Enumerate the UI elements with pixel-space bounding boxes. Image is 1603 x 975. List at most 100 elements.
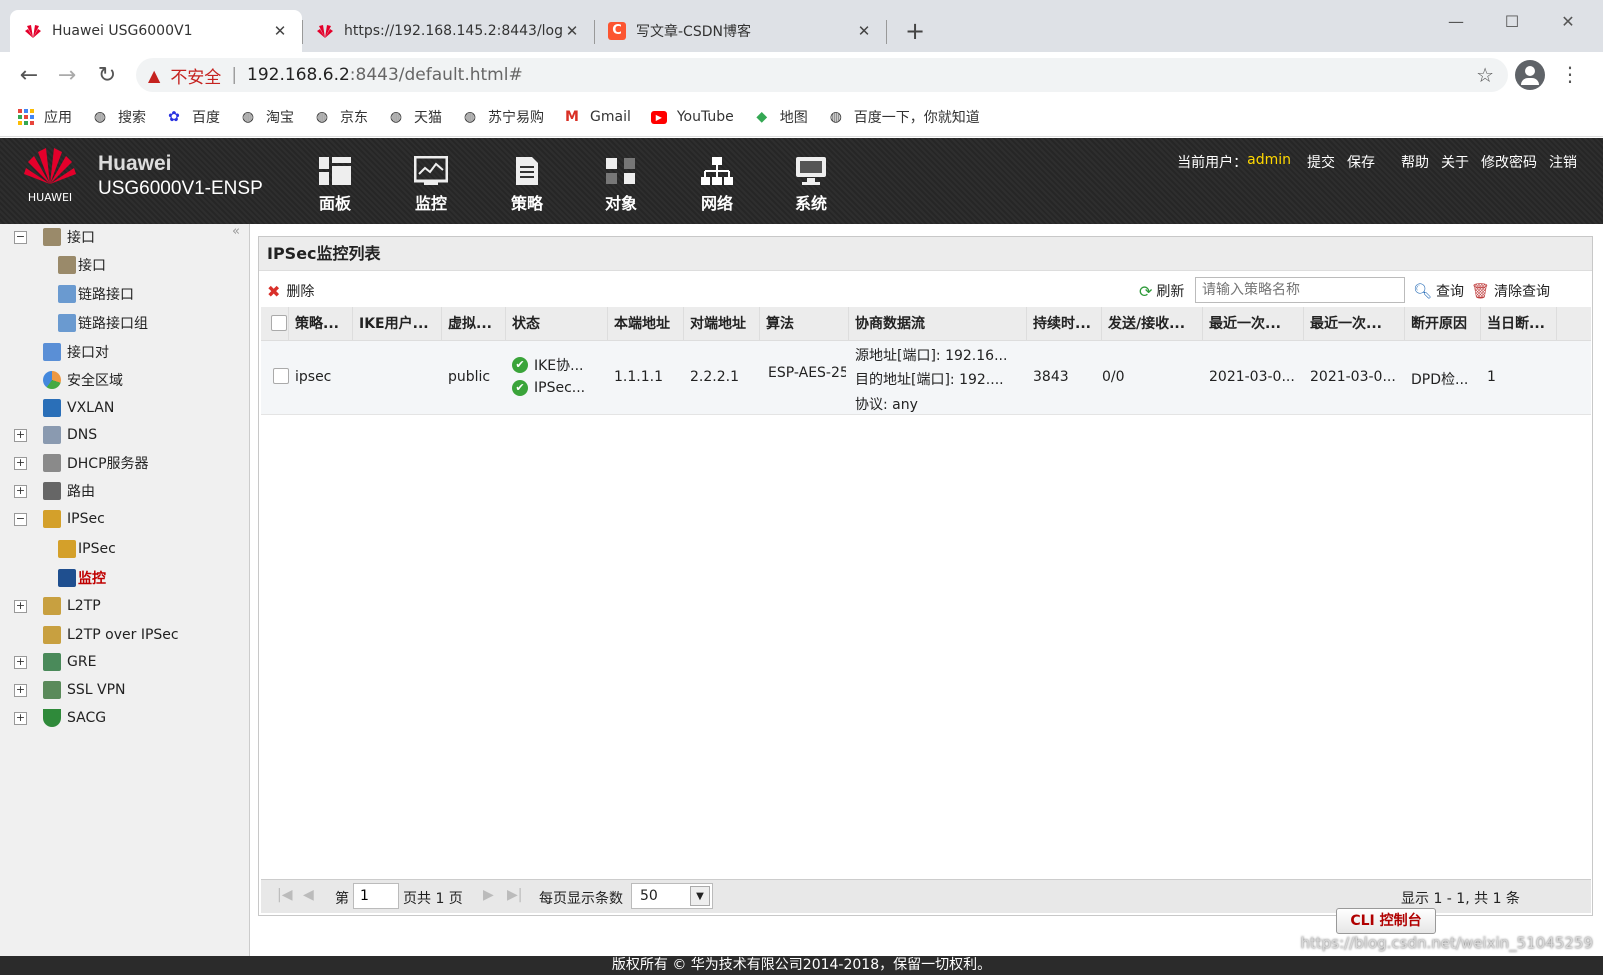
ssl-vpn-icon <box>43 681 61 699</box>
back-button[interactable]: ← <box>14 60 44 90</box>
sidebar-item-link-interface[interactable]: 链路接口 <box>58 281 134 307</box>
bookmark-taobao[interactable]: ◍ 淘宝 <box>240 107 294 127</box>
bookmark-baidu[interactable]: ✿ 百度 <box>166 107 220 127</box>
col-algorithm[interactable]: 算法 <box>760 307 849 341</box>
sidebar-item-routing[interactable]: + 路由 <box>14 478 95 504</box>
bookmark-jd[interactable]: ◍ 京东 <box>314 107 368 127</box>
sidebar-item-sacg[interactable]: + SACG <box>14 705 106 731</box>
expand-icon[interactable]: + <box>14 428 27 442</box>
col-ike-user[interactable]: IKE用户... <box>353 307 442 341</box>
delete-button[interactable]: ✖ 删除 <box>267 281 314 301</box>
bookmark-baidu-search[interactable]: ◍ 百度一下，你就知道 <box>828 107 980 127</box>
col-last1[interactable]: 最近一次... <box>1203 307 1304 341</box>
row-checkbox[interactable] <box>273 368 289 384</box>
select-all-checkbox[interactable] <box>261 307 289 341</box>
sidebar-item-interface[interactable]: − 接口 <box>14 224 95 250</box>
per-page-select[interactable]: 50 ▼ <box>631 883 713 909</box>
col-today[interactable]: 当日断... <box>1481 307 1557 341</box>
star-icon[interactable]: ☆ <box>1476 63 1494 87</box>
col-status[interactable]: 状态 <box>506 307 608 341</box>
change-password-link[interactable]: 修改密码 <box>1475 152 1543 172</box>
url-field[interactable]: ▲ 不安全 | 192.168.6.2:8443/default.html# ☆ <box>136 58 1508 92</box>
browser-tab-huawei[interactable]: Huawei USG6000V1 ✕ <box>10 10 302 52</box>
collapse-icon[interactable]: − <box>14 512 27 526</box>
sidebar-item-security-zone[interactable]: 安全区域 <box>43 367 123 393</box>
reload-button[interactable]: ↻ <box>92 60 122 90</box>
collapse-icon[interactable]: − <box>14 230 27 244</box>
query-button[interactable]: 🔍︎ 查询 <box>1413 281 1464 301</box>
bookmark-gmail[interactable]: M Gmail <box>564 109 631 125</box>
clear-query-button[interactable]: 🗑︎ 清除查询 <box>1471 281 1550 301</box>
forward-button[interactable]: → <box>52 60 82 90</box>
cli-console-button[interactable]: CLI 控制台 <box>1336 908 1436 934</box>
expand-icon[interactable]: + <box>14 711 27 725</box>
menu-kebab-icon[interactable]: ⋮ <box>1560 62 1580 86</box>
col-duration[interactable]: 持续时... <box>1027 307 1102 341</box>
nav-system[interactable]: 系统 <box>776 156 846 214</box>
close-window-button[interactable]: ✕ <box>1542 6 1594 36</box>
sidebar-item-interface-sub[interactable]: 接口 <box>58 252 106 278</box>
expand-icon[interactable]: + <box>14 599 27 613</box>
about-link[interactable]: 关于 <box>1435 152 1475 172</box>
last-page-icon[interactable]: ▶| <box>507 887 522 903</box>
help-link[interactable]: 帮助 <box>1395 152 1435 172</box>
next-page-icon[interactable]: ▶ <box>483 887 494 903</box>
col-flow[interactable]: 协商数据流 <box>849 307 1027 341</box>
bookmark-maps[interactable]: ◆ 地图 <box>754 107 807 127</box>
refresh-button[interactable]: ⟳ 刷新 <box>1139 281 1184 301</box>
col-local-address[interactable]: 本端地址 <box>608 307 684 341</box>
minimize-button[interactable]: — <box>1430 6 1482 36</box>
sidebar-item-l2tp[interactable]: + L2TP <box>14 593 101 619</box>
sidebar-item-l2tp-over-ipsec[interactable]: L2TP over IPSec <box>43 622 179 648</box>
expand-icon[interactable]: + <box>14 655 27 669</box>
page-number-input[interactable] <box>353 883 399 909</box>
sidebar-item-interface-pair[interactable]: 接口对 <box>43 339 109 365</box>
bookmark-tmall[interactable]: ◍ 天猫 <box>388 107 442 127</box>
expand-icon[interactable]: + <box>14 683 27 697</box>
chevron-down-icon[interactable]: ▼ <box>690 886 710 906</box>
expand-icon[interactable]: + <box>14 456 27 470</box>
bookmark-suning[interactable]: ◍ 苏宁易购 <box>462 107 544 127</box>
nav-dashboard[interactable]: 面板 <box>300 156 370 214</box>
close-tab-icon[interactable]: ✕ <box>272 22 288 40</box>
sidebar-item-ipsec[interactable]: − IPSec <box>14 506 105 532</box>
bookmark-apps[interactable]: 应用 <box>18 107 72 127</box>
new-tab-button[interactable]: + <box>900 16 930 46</box>
nav-object[interactable]: 对象 <box>586 156 656 214</box>
expand-icon[interactable]: + <box>14 484 27 498</box>
col-send-recv[interactable]: 发送/接收... <box>1102 307 1203 341</box>
browser-tab-csdn[interactable]: C 写文章-CSDN博客 ✕ <box>594 10 886 52</box>
close-tab-icon[interactable]: ✕ <box>856 22 872 40</box>
security-label[interactable]: 不安全 <box>170 63 221 88</box>
nav-policy[interactable]: 策略 <box>492 156 562 214</box>
collapse-sidebar-button[interactable]: « <box>232 224 240 239</box>
sidebar-item-link-interface-group[interactable]: 链路接口组 <box>58 310 148 336</box>
sidebar-item-dns[interactable]: + DNS <box>14 422 97 448</box>
maximize-button[interactable]: ☐ <box>1486 6 1538 36</box>
bookmark-youtube[interactable]: ▶ YouTube <box>650 109 734 125</box>
bookmark-search[interactable]: ◍ 搜索 <box>92 107 146 127</box>
nav-monitor[interactable]: 监控 <box>396 156 466 214</box>
logout-link[interactable]: 注销 <box>1543 152 1583 172</box>
table-row[interactable]: ipsec public ✔ IKE协... ✔ IPSec... 1.1.1.… <box>261 341 1591 415</box>
col-vsys[interactable]: 虚拟... <box>442 307 506 341</box>
browser-tab-log[interactable]: https://192.168.145.2:8443/log ✕ <box>302 10 594 52</box>
col-reason[interactable]: 断开原因 <box>1405 307 1481 341</box>
first-page-icon[interactable]: |◀ <box>277 887 292 903</box>
close-tab-icon[interactable]: ✕ <box>564 22 580 40</box>
policy-search-input[interactable] <box>1195 277 1405 303</box>
nav-network[interactable]: 网络 <box>682 156 752 214</box>
prev-page-icon[interactable]: ◀ <box>303 887 314 903</box>
col-policy[interactable]: 策略... <box>289 307 353 341</box>
save-link[interactable]: 保存 <box>1341 152 1395 172</box>
sidebar-item-dhcp[interactable]: + DHCP服务器 <box>14 450 149 476</box>
sidebar-item-ipsec-sub[interactable]: IPSec <box>58 536 116 562</box>
profile-avatar[interactable] <box>1515 60 1545 90</box>
commit-link[interactable]: 提交 <box>1301 152 1341 172</box>
sidebar-item-ipsec-monitor[interactable]: 监控 <box>58 565 106 591</box>
sidebar-item-gre[interactable]: + GRE <box>14 649 96 675</box>
col-peer-address[interactable]: 对端地址 <box>684 307 760 341</box>
sidebar-item-vxlan[interactable]: VXLAN <box>43 395 114 421</box>
col-last2[interactable]: 最近一次... <box>1304 307 1405 341</box>
sidebar-item-ssl-vpn[interactable]: + SSL VPN <box>14 677 126 703</box>
